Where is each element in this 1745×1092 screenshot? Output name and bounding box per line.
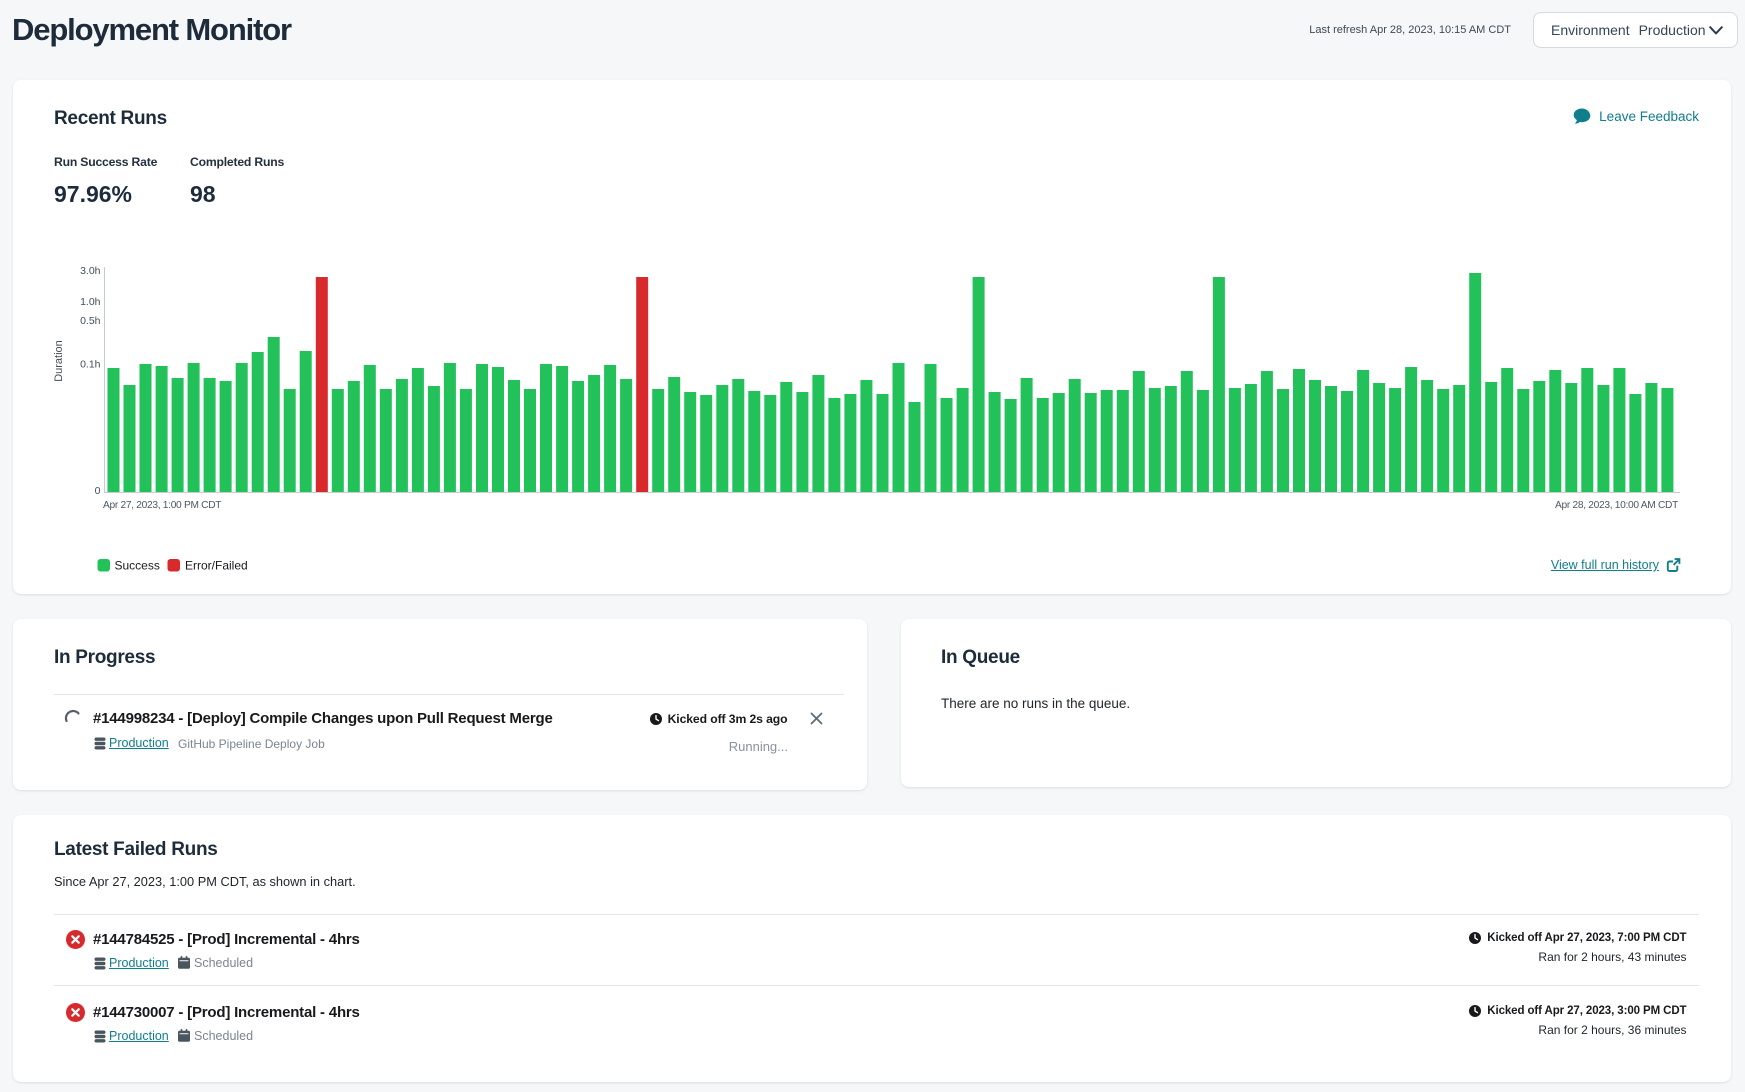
svg-text:Apr 28, 2023, 10:00 AM CDT: Apr 28, 2023, 10:00 AM CDT (1555, 500, 1678, 511)
svg-text:3.0h: 3.0h (80, 265, 101, 277)
svg-text:0.1h: 0.1h (80, 359, 101, 371)
svg-text:Error/Failed: Error/Failed (185, 559, 248, 573)
svg-text:0: 0 (95, 485, 101, 497)
svg-text:Apr 27, 2023, 1:00 PM CDT: Apr 27, 2023, 1:00 PM CDT (103, 500, 221, 511)
svg-text:1.0h: 1.0h (80, 296, 101, 308)
svg-text:Duration: Duration (53, 340, 65, 382)
svg-text:Success: Success (115, 559, 160, 573)
svg-text:0.5h: 0.5h (80, 315, 101, 327)
